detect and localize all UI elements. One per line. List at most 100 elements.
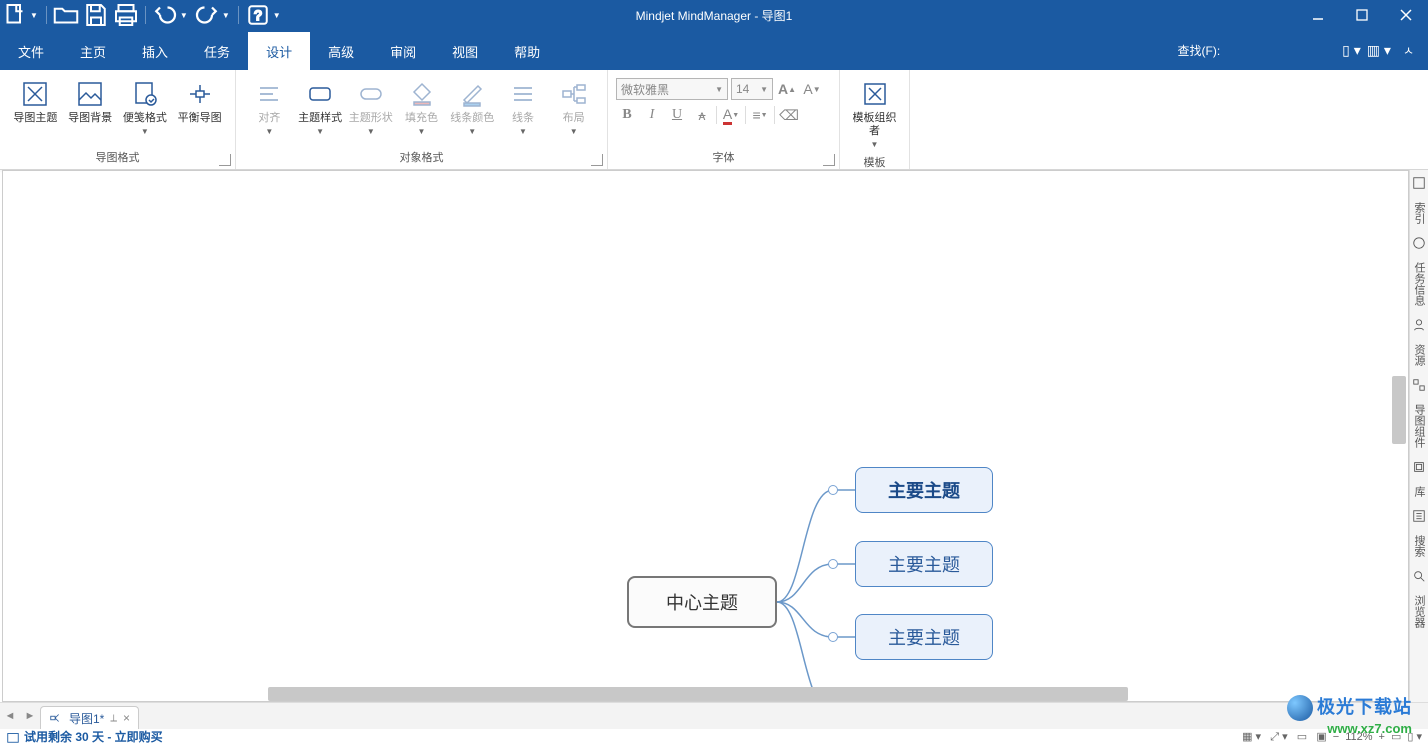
tab-help[interactable]: 帮助 [496, 32, 558, 70]
chevron-down-icon: ▼ [367, 127, 375, 136]
main-topic-1[interactable]: 主要主题 [855, 467, 993, 513]
side-library[interactable]: 库 [1411, 482, 1427, 501]
qat-help[interactable]: ? [243, 0, 273, 30]
library-icon[interactable] [1412, 460, 1426, 474]
watermark-logo-icon [1287, 695, 1313, 721]
group-launcher[interactable] [823, 154, 835, 166]
tab-home[interactable]: 主页 [62, 32, 124, 70]
map-background-button[interactable]: 导图背景 [63, 76, 118, 127]
side-task-info[interactable]: 任务信息 [1411, 258, 1427, 310]
side-components[interactable]: 导图组件 [1411, 400, 1427, 452]
resource-icon[interactable] [1412, 318, 1426, 332]
window-controls [1296, 0, 1428, 30]
layout-button[interactable]: 布局 ▼ [548, 76, 599, 138]
task-info-icon[interactable] [1412, 236, 1426, 250]
template-organizer-button[interactable]: 模板组织者 ▼ [848, 76, 901, 151]
group-font: 微软雅黑▼ 14▼ A▲ A▼ B I U ᴀ A▼ ≡▼ ⌫ [608, 70, 840, 169]
side-search[interactable]: 搜索 [1411, 531, 1427, 561]
tab-advanced[interactable]: 高级 [310, 32, 372, 70]
topic-handle[interactable] [828, 632, 838, 642]
minimize-button[interactable] [1296, 0, 1340, 30]
shrink-font-button[interactable]: A▼ [801, 78, 823, 100]
group-template: 模板组织者 ▼ 模板 [840, 70, 910, 169]
balance-map-button[interactable]: 平衡导图 [172, 76, 227, 127]
text-align-button[interactable]: ≡▼ [749, 104, 771, 126]
qat-undo[interactable] [150, 0, 180, 30]
trial-link[interactable]: 试用剩余 30 天 - 立即购买 [24, 729, 163, 744]
map-theme-icon [21, 80, 49, 108]
qat-print[interactable] [111, 0, 141, 30]
main-topic-2[interactable]: 主要主题 [855, 541, 993, 587]
title-bar: ▼ ▼ ▼ ? ▼ Mindjet MindManager - 导图1 [0, 0, 1428, 30]
document-tab[interactable]: 导图1* ⟂ × [40, 706, 139, 729]
dropdown-caret-icon[interactable]: ▼ [180, 11, 192, 20]
note-format-button[interactable]: 便笺格式 ▼ [118, 76, 173, 138]
tab-view[interactable]: 视图 [434, 32, 496, 70]
side-browser[interactable]: 浏览器 [1411, 591, 1427, 632]
strike-button[interactable]: ᴀ [691, 104, 713, 126]
open-folder-icon [51, 0, 81, 30]
components-icon[interactable] [1412, 378, 1426, 392]
qat-redo[interactable] [192, 0, 222, 30]
map-theme-button[interactable]: 导图主题 [8, 76, 63, 127]
side-index[interactable]: 索引 [1411, 198, 1427, 228]
qat-new[interactable] [0, 0, 30, 30]
tab-review[interactable]: 审阅 [372, 32, 434, 70]
align-button[interactable]: 对齐 ▼ [244, 76, 295, 138]
note-format-icon [131, 80, 159, 108]
search-panel-icon[interactable] [1412, 509, 1426, 523]
tab-insert[interactable]: 插入 [124, 32, 186, 70]
horizontal-scrollbar[interactable] [3, 687, 1408, 701]
quick-access-toolbar: ▼ ▼ ▼ ? ▼ [0, 0, 285, 30]
doc-tab-next[interactable]: ► [20, 703, 40, 729]
doc-tab-prev[interactable]: ◄ [0, 703, 20, 729]
maximize-button[interactable] [1340, 0, 1384, 30]
pin-icon[interactable]: ⟂ [110, 713, 117, 724]
close-button[interactable] [1384, 0, 1428, 30]
tab-design[interactable]: 设计 [248, 32, 310, 70]
dropdown-caret-icon[interactable]: ▼ [30, 11, 42, 20]
help-icon: ? [243, 0, 273, 30]
topic-shape-button[interactable]: 主题形状 ▼ [345, 76, 396, 138]
canvas-area[interactable]: 中心主题 主要主题 主要主题 主要主题 主要主题 [2, 170, 1409, 702]
font-color-button[interactable]: A▼ [720, 104, 742, 126]
search-label: 查找(F): [1178, 42, 1221, 59]
ribbon-panel-toggle[interactable]: ▥ ▾ [1367, 42, 1391, 59]
vertical-scrollbar[interactable] [1392, 171, 1406, 701]
topic-handle[interactable] [828, 485, 838, 495]
qat-open[interactable] [51, 0, 81, 30]
browser-icon[interactable] [1412, 569, 1426, 583]
print-icon [111, 0, 141, 30]
chevron-down-icon: ▼ [871, 140, 879, 149]
font-size-combo[interactable]: 14▼ [731, 78, 773, 100]
dropdown-caret-icon[interactable]: ▼ [273, 11, 285, 20]
main-topic-3[interactable]: 主要主题 [855, 614, 993, 660]
new-doc-icon [0, 0, 30, 30]
underline-button[interactable]: U [666, 104, 688, 126]
clear-format-button[interactable]: ⌫ [778, 104, 800, 126]
window-title: Mindjet MindManager - 导图1 [636, 7, 793, 24]
group-launcher[interactable] [219, 154, 231, 166]
topic-handle[interactable] [828, 559, 838, 569]
tab-task[interactable]: 任务 [186, 32, 248, 70]
side-resource[interactable]: 资源 [1411, 340, 1427, 370]
bold-button[interactable]: B [616, 104, 638, 126]
watermark: 极光下载站 www.xz7.com [1287, 693, 1412, 736]
fill-color-icon [408, 80, 436, 108]
font-name-combo[interactable]: 微软雅黑▼ [616, 78, 728, 100]
fill-color-button[interactable]: 填充色 ▼ [396, 76, 447, 138]
central-topic[interactable]: 中心主题 [627, 576, 777, 628]
index-icon[interactable] [1412, 176, 1426, 190]
qat-save[interactable] [81, 0, 111, 30]
topic-style-button[interactable]: 主题样式 ▼ [295, 76, 346, 138]
tab-file[interactable]: 文件 [0, 32, 62, 70]
line-button[interactable]: 线条 ▼ [498, 76, 549, 138]
ribbon-view-options[interactable]: ▯ ▾ [1342, 42, 1361, 59]
group-launcher[interactable] [591, 154, 603, 166]
close-tab-icon[interactable]: × [123, 711, 130, 725]
dropdown-caret-icon[interactable]: ▼ [222, 11, 234, 20]
line-color-button[interactable]: 线条颜色 ▼ [447, 76, 498, 138]
collapse-ribbon-button[interactable]: ㅅ [1397, 42, 1420, 59]
italic-button[interactable]: I [641, 104, 663, 126]
grow-font-button[interactable]: A▲ [776, 78, 798, 100]
